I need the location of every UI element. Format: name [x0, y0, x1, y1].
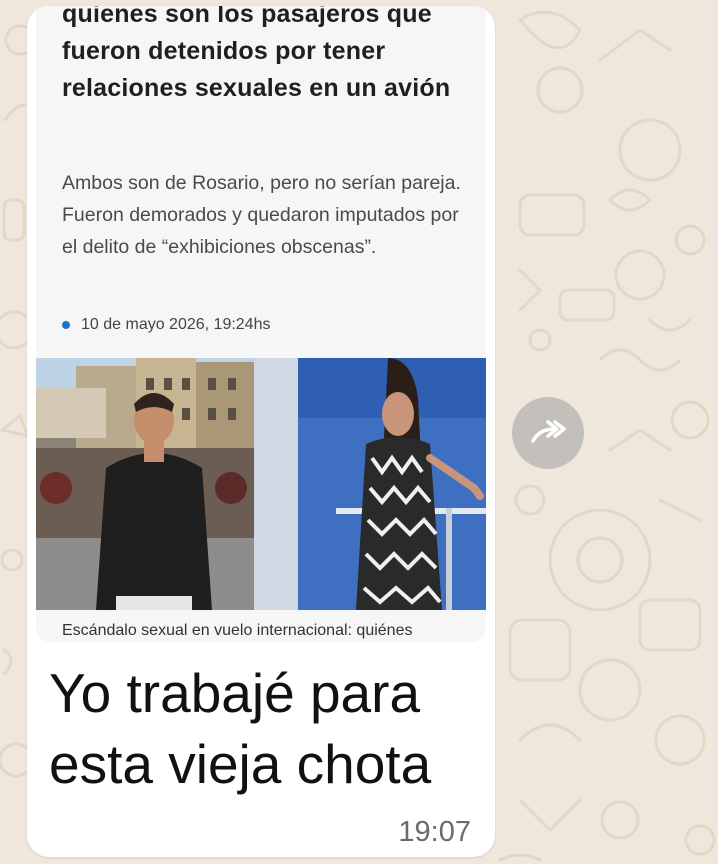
message-text: Yo trabajé para esta vieja chota [49, 658, 479, 800]
message-bubble[interactable]: quienes son los pasajeros que fueron det… [27, 6, 495, 857]
link-preview-card[interactable]: quienes son los pasajeros que fueron det… [36, 6, 486, 642]
article-photo[interactable] [36, 358, 486, 610]
article-date: 10 de mayo 2026, 19:24hs [62, 316, 270, 334]
article-summary: Ambos son de Rosario, pero no serían par… [62, 172, 461, 258]
message-line-1: Yo trabajé para [49, 662, 421, 724]
photo-caption: Escándalo sexual en vuelo internacional:… [62, 622, 413, 639]
forward-button[interactable] [512, 397, 584, 469]
article-date-text: 10 de mayo 2026, 19:24hs [81, 316, 271, 333]
article-photo-image [36, 358, 486, 610]
message-timestamp: 19:07 [398, 816, 471, 848]
article-headline: quienes son los pasajeros que fueron det… [62, 6, 451, 102]
forward-arrow-icon [531, 420, 566, 443]
date-dot-icon [62, 321, 70, 329]
message-line-2: esta vieja chota [49, 733, 432, 795]
